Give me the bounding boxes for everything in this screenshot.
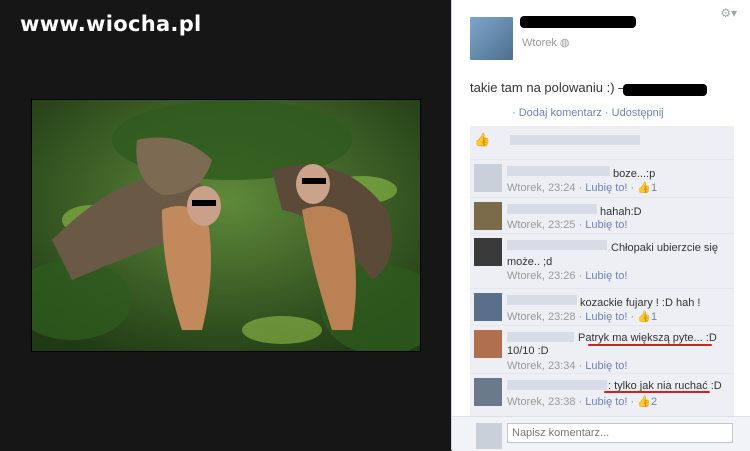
- avatar: [476, 423, 502, 449]
- avatar[interactable]: [474, 164, 502, 192]
- comment-item: Patryk ma większą pyte... :D 10/10 :D Wt…: [470, 325, 734, 374]
- post-photo[interactable]: [31, 99, 421, 352]
- jungle-photo-illustration: [32, 100, 420, 351]
- post-timestamp[interactable]: Wtorek ◍: [522, 36, 570, 49]
- facebook-post-panel: ⚙▾ Wtorek ◍ takie tam na polowaniu :) — …: [451, 0, 750, 451]
- avatar[interactable]: [474, 378, 502, 406]
- red-underline-annotation: [588, 344, 712, 346]
- blurred-commenter: [507, 240, 607, 250]
- comment-item: boze...:p Wtorek, 23:24 · Lubię to! · 👍1: [470, 159, 734, 198]
- watermark-logo: www.wiocha.pl: [20, 12, 202, 36]
- gear-icon[interactable]: ⚙▾: [720, 6, 737, 20]
- comment-input[interactable]: Napisz komentarz...: [507, 423, 733, 443]
- thumbs-up-icon: 👍: [474, 132, 491, 147]
- red-underline-annotation: [604, 391, 710, 393]
- redacted-tagged-name: [623, 84, 707, 96]
- avatar[interactable]: [474, 238, 502, 266]
- blurred-likers: [510, 135, 640, 145]
- post-actions[interactable]: · Dodaj komentarz · Udostępnij: [512, 107, 664, 119]
- comment-item: : tylko jak nia ruchać :D Wtorek, 23:38 …: [470, 373, 734, 411]
- post-header: [470, 17, 513, 60]
- avatar[interactable]: [474, 293, 502, 321]
- blurred-commenter: [507, 204, 597, 214]
- comment-composer: Napisz komentarz...: [452, 416, 750, 451]
- comment-item: hahah:D Wtorek, 23:25 · Lubię to!: [470, 197, 734, 234]
- blurred-commenter: [507, 295, 577, 305]
- comment-item: kozackie fujary ! :D hah ! Wtorek, 23:28…: [470, 288, 734, 326]
- redacted-author-name: [520, 16, 636, 28]
- comments-box: 👍 boze...:p Wtorek, 23:24 · Lubię to! · …: [470, 126, 734, 416]
- globe-icon: ◍: [559, 37, 570, 49]
- avatar[interactable]: [470, 17, 513, 60]
- post-caption: takie tam na polowaniu :) — z:: [470, 80, 645, 95]
- blurred-commenter: [507, 380, 607, 390]
- comment-item: Chłopaki ubierzcie się może.. ;d Wtorek,…: [470, 233, 734, 289]
- blurred-commenter: [507, 166, 610, 176]
- avatar[interactable]: [474, 202, 502, 230]
- blurred-commenter: [507, 332, 574, 342]
- avatar[interactable]: [474, 330, 502, 358]
